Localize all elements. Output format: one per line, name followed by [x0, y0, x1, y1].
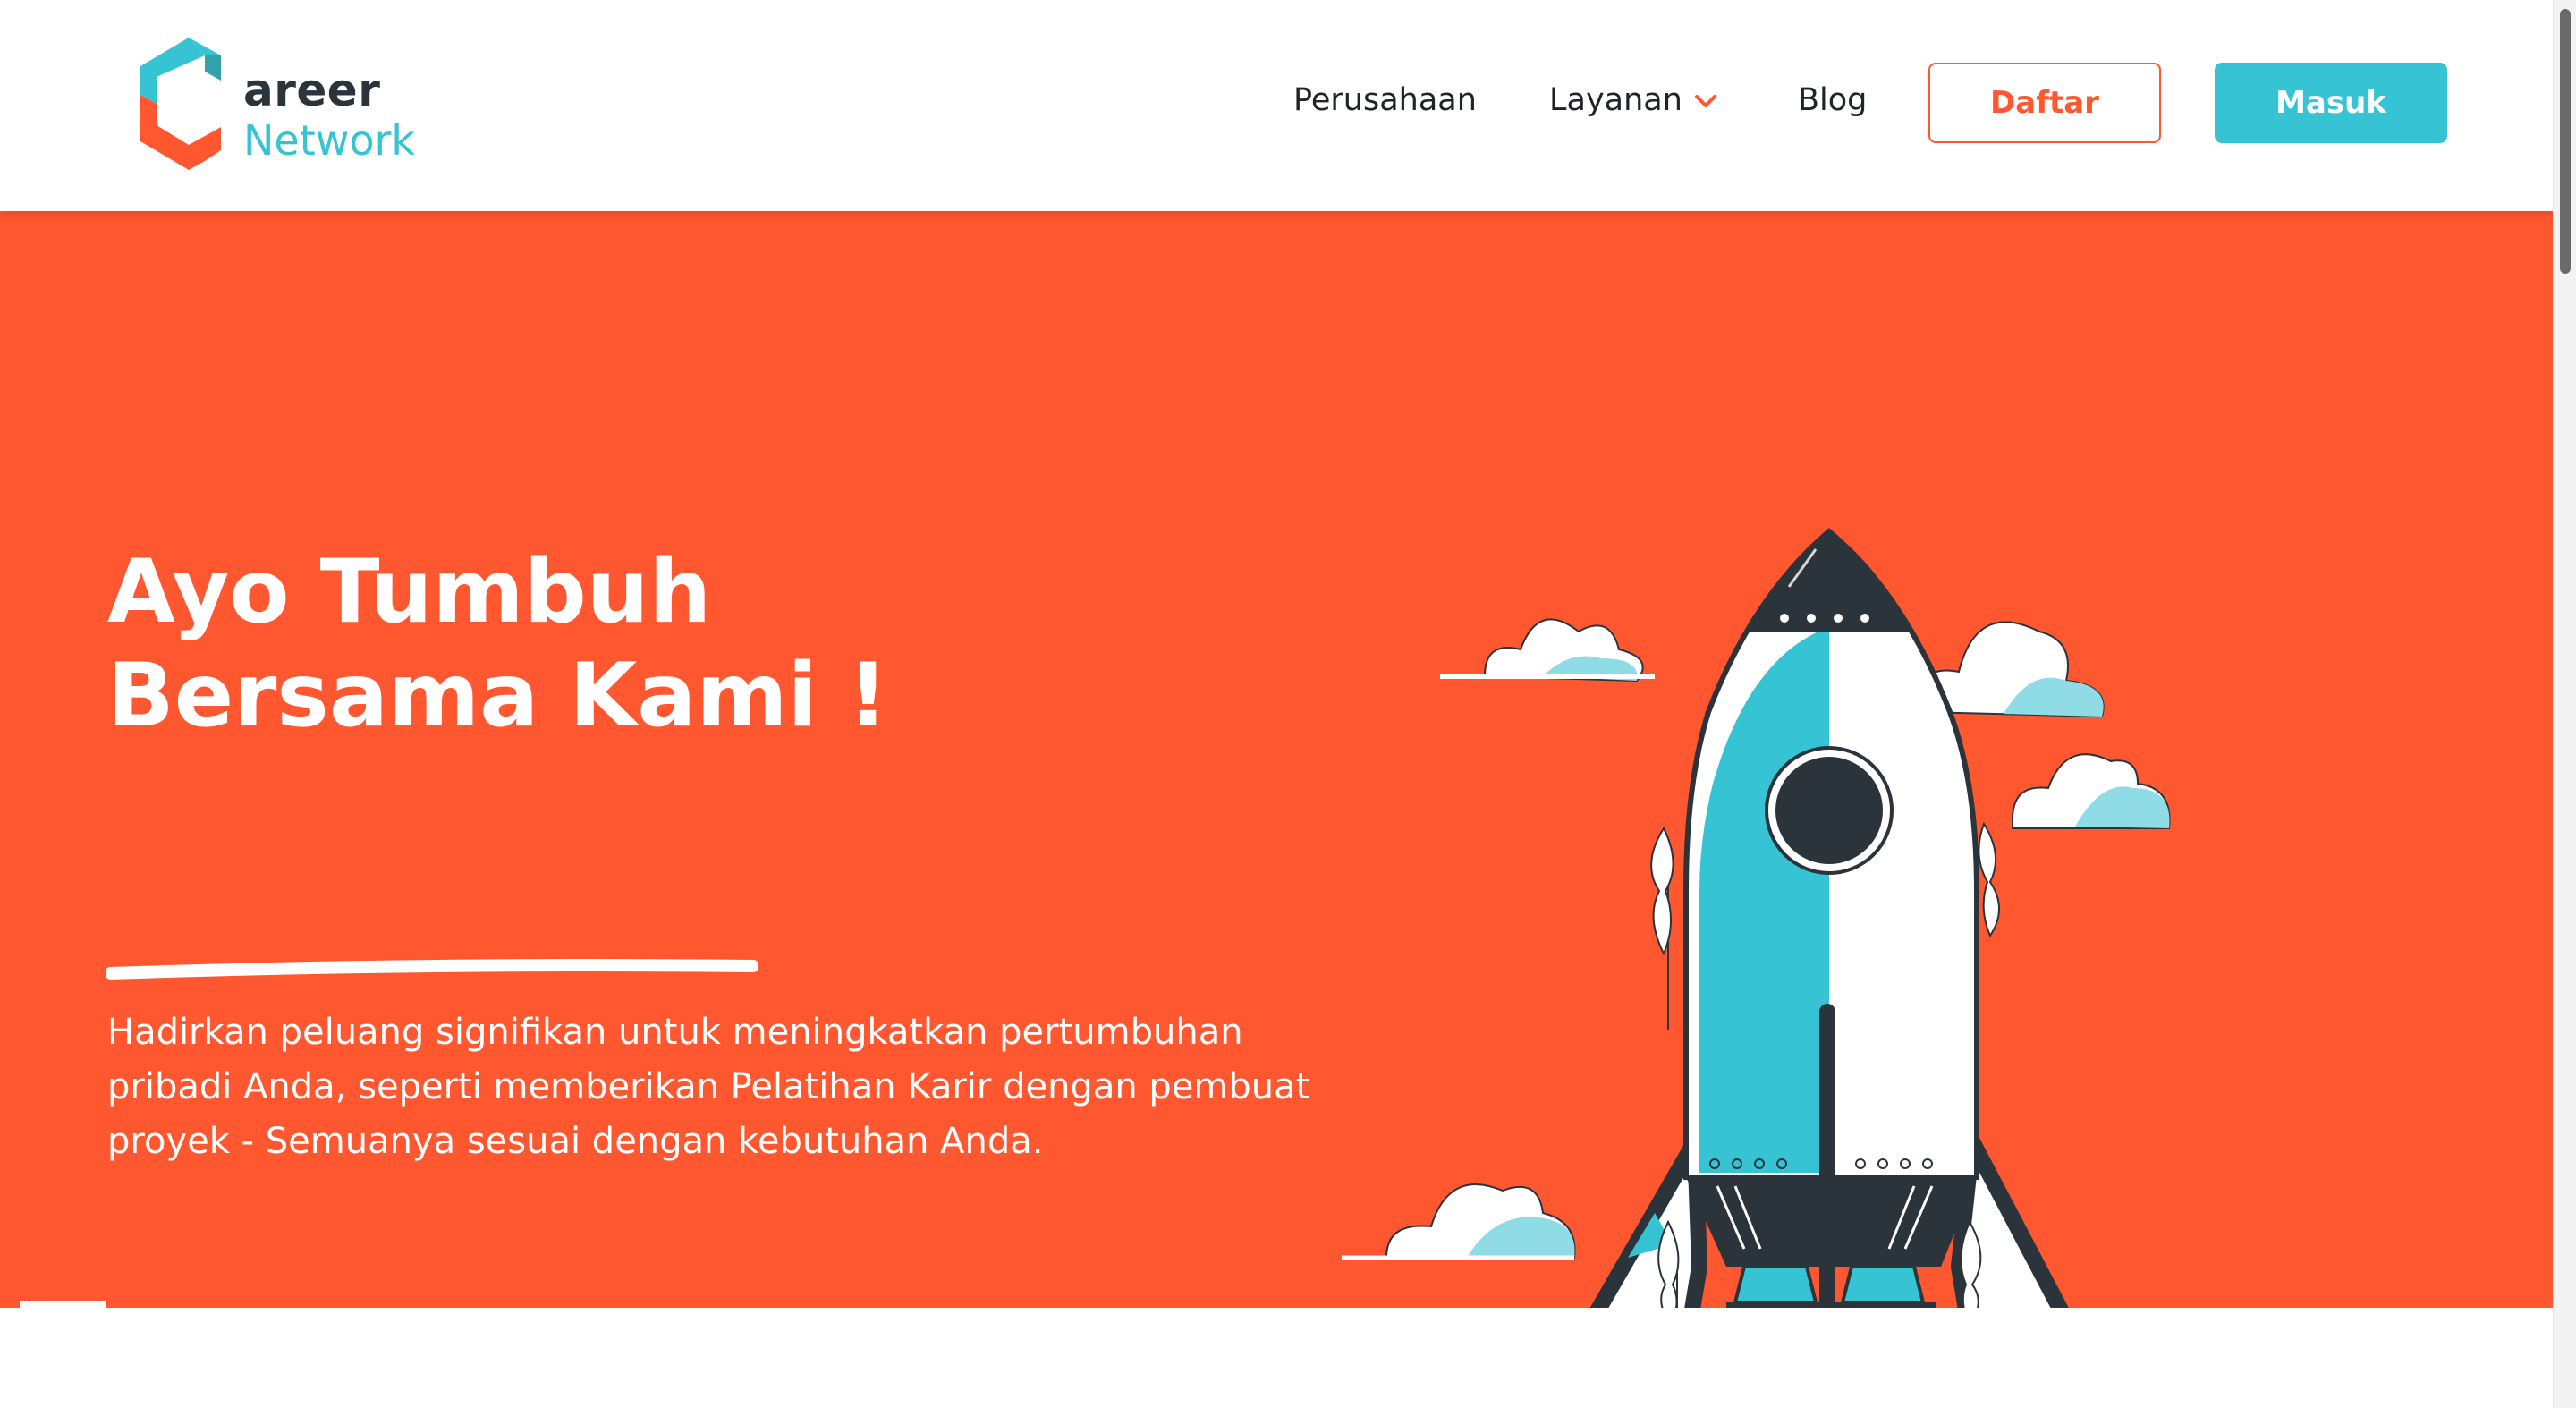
- scrollbar-thumb[interactable]: [2560, 9, 2571, 274]
- nav-layanan[interactable]: Layanan: [1549, 82, 1682, 118]
- daftar-button[interactable]: Daftar: [1928, 63, 2161, 143]
- hero-title-line1: Ayo Tumbuh: [107, 541, 712, 643]
- hero-section: Ayo Tumbuh Bersama Kami ! Hadirkan pelua…: [0, 211, 2576, 1308]
- page: areer Network Perusahaan Layanan Blog Da…: [0, 0, 2576, 1408]
- decorative-squares: [20, 1301, 106, 1308]
- top-navbar: areer Network Perusahaan Layanan Blog Da…: [0, 0, 2576, 211]
- cloud-left-bottom: [1342, 1183, 1576, 1260]
- chevron-down-icon[interactable]: [1693, 89, 1718, 113]
- title-underline: [106, 959, 758, 980]
- career-network-logo-icon: [140, 38, 221, 170]
- nav-perusahaan[interactable]: Perusahaan: [1293, 82, 1477, 118]
- brand-logo[interactable]: areer Network: [139, 34, 415, 177]
- brand-word-career: areer: [243, 64, 381, 116]
- hero-description: Hadirkan peluang signifikan untuk mening…: [107, 1012, 1310, 1162]
- nav-blog[interactable]: Blog: [1798, 82, 1867, 118]
- cloud-left-top: [1440, 618, 1655, 683]
- hero-title-line2: Bersama Kami !: [107, 645, 888, 747]
- rocket-illustration: [1342, 528, 2171, 1308]
- hero-title: Ayo Tumbuh Bersama Kami !: [107, 540, 888, 748]
- masuk-button[interactable]: Masuk: [2215, 63, 2447, 143]
- brand-word-network: Network: [243, 116, 416, 165]
